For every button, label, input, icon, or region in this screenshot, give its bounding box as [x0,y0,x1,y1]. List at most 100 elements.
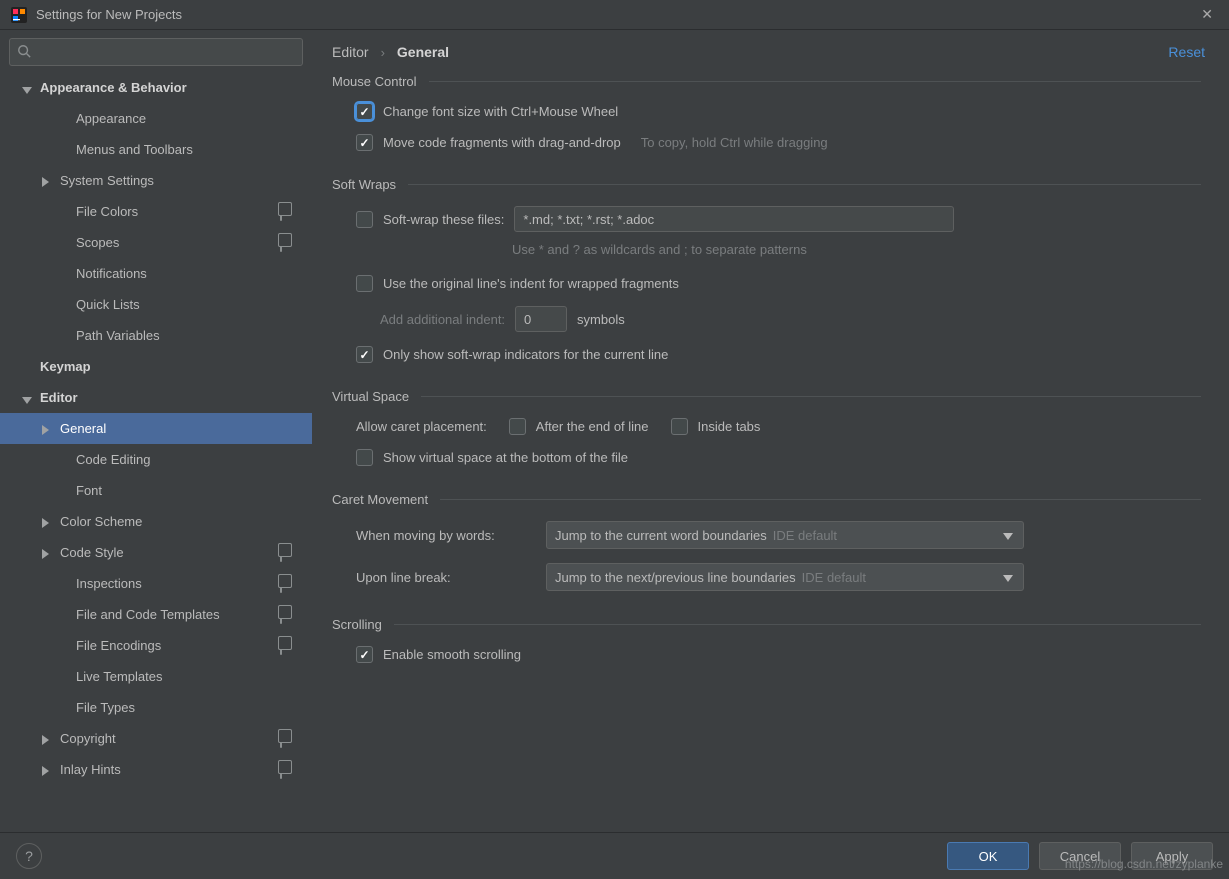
tree-item-file-colors[interactable]: File Colors [0,196,312,227]
label-move-fragments: Move code fragments with drag-and-drop [383,135,621,150]
section-title: Scrolling [332,617,382,632]
copy-icon [280,236,294,250]
checkbox-smooth-scrolling[interactable] [356,646,373,663]
tree-item-file-encodings[interactable]: File Encodings [0,630,312,661]
hint-wildcards: Use * and ? as wildcards and ; to separa… [512,242,807,257]
label-virtual-bottom: Show virtual space at the bottom of the … [383,450,628,465]
collapse-arrow-icon[interactable] [42,764,54,776]
collapse-arrow-icon[interactable] [42,175,54,187]
tree-item-label: Code Style [60,545,280,560]
collapse-arrow-icon[interactable] [42,547,54,559]
label-add-indent: Add additional indent: [380,312,505,327]
expand-arrow-icon[interactable] [22,82,34,94]
tree-item-file-and-code-templates[interactable]: File and Code Templates [0,599,312,630]
label-inside-tabs: Inside tabs [698,419,761,434]
tree-item-code-style[interactable]: Code Style [0,537,312,568]
tree-item-code-editing[interactable]: Code Editing [0,444,312,475]
settings-tree[interactable]: Appearance & Behavior Appearance Menus and… [0,72,312,832]
chevron-down-icon [1003,570,1013,585]
tree-item-inspections[interactable]: Inspections [0,568,312,599]
tree-item-inlay-hints[interactable]: Inlay Hints [0,754,312,785]
tree-item-live-templates[interactable]: Live Templates [0,661,312,692]
arrow-spacer [22,361,34,373]
label-line-break: Upon line break: [356,570,536,585]
tree-item-label: Color Scheme [60,514,294,529]
checkbox-move-fragments[interactable] [356,134,373,151]
tree-item-keymap[interactable]: Keymap [0,351,312,382]
tree-item-scopes[interactable]: Scopes [0,227,312,258]
copy-icon [280,608,294,622]
copy-icon [280,763,294,777]
tree-item-appearance[interactable]: Appearance [0,103,312,134]
tree-item-label: Editor [40,390,294,405]
checkbox-only-current-line[interactable] [356,346,373,363]
expand-arrow-icon[interactable] [22,392,34,404]
tree-item-font[interactable]: Font [0,475,312,506]
tree-item-path-variables[interactable]: Path Variables [0,320,312,351]
help-button[interactable]: ? [16,843,42,869]
tree-item-label: Code Editing [76,452,294,467]
dialog-footer: ? OK Cancel Apply [0,832,1229,879]
main-panel: Editor › General Reset Mouse Control Cha… [312,30,1229,832]
select-words[interactable]: Jump to the current word boundaries IDE … [546,521,1024,549]
arrow-spacer [58,299,70,311]
tree-item-label: Inlay Hints [60,762,280,777]
hint-move-fragments: To copy, hold Ctrl while dragging [641,135,828,150]
breadcrumb: Editor › General [332,44,449,60]
close-icon[interactable]: ✕ [1195,4,1219,25]
select-break[interactable]: Jump to the next/previous line boundarie… [546,563,1024,591]
tree-item-label: Appearance [76,111,294,126]
checkbox-softwrap-files[interactable] [356,211,373,228]
checkbox-after-eol[interactable] [509,418,526,435]
checkbox-inside-tabs[interactable] [671,418,688,435]
select-break-hint: IDE default [802,570,866,585]
tree-item-notifications[interactable]: Notifications [0,258,312,289]
tree-item-system-settings[interactable]: System Settings [0,165,312,196]
search-wrapper [9,38,303,66]
app-logo-icon [10,6,28,24]
tree-item-label: File and Code Templates [76,607,280,622]
search-icon [17,44,31,61]
ok-button[interactable]: OK [947,842,1029,870]
copy-icon [280,577,294,591]
checkbox-use-original-indent[interactable] [356,275,373,292]
tree-item-color-scheme[interactable]: Color Scheme [0,506,312,537]
tree-item-menus-and-toolbars[interactable]: Menus and Toolbars [0,134,312,165]
arrow-spacer [58,113,70,125]
arrow-spacer [58,671,70,683]
section-title: Caret Movement [332,492,428,507]
tree-item-label: Inspections [76,576,280,591]
tree-item-editor[interactable]: Editor [0,382,312,413]
input-add-indent[interactable] [515,306,567,332]
label-smooth-scrolling: Enable smooth scrolling [383,647,521,662]
tree-item-label: General [60,421,294,436]
section-separator [408,184,1201,185]
section-separator [394,624,1201,625]
apply-button[interactable]: Apply [1131,842,1213,870]
cancel-button[interactable]: Cancel [1039,842,1121,870]
tree-item-file-types[interactable]: File Types [0,692,312,723]
checkbox-virtual-bottom[interactable] [356,449,373,466]
collapse-arrow-icon[interactable] [42,516,54,528]
tree-item-general[interactable]: General [0,413,312,444]
copy-icon [280,205,294,219]
label-symbols: symbols [577,312,625,327]
tree-item-copyright[interactable]: Copyright [0,723,312,754]
chevron-down-icon [1003,528,1013,543]
section-title: Mouse Control [332,74,417,89]
section-separator [429,81,1201,82]
input-softwrap-pattern[interactable] [514,206,954,232]
tree-item-label: Scopes [76,235,280,250]
tree-item-appearance-behavior[interactable]: Appearance & Behavior [0,72,312,103]
reset-link[interactable]: Reset [1168,44,1205,60]
copy-icon [280,546,294,560]
breadcrumb-parent[interactable]: Editor [332,44,369,60]
checkbox-change-font-size[interactable] [356,103,373,120]
tree-item-quick-lists[interactable]: Quick Lists [0,289,312,320]
select-break-value: Jump to the next/previous line boundarie… [555,570,796,585]
arrow-spacer [58,268,70,280]
collapse-arrow-icon[interactable] [42,733,54,745]
search-input[interactable] [9,38,303,66]
collapse-arrow-icon[interactable] [42,423,54,435]
label-allow-caret: Allow caret placement: [356,419,487,434]
